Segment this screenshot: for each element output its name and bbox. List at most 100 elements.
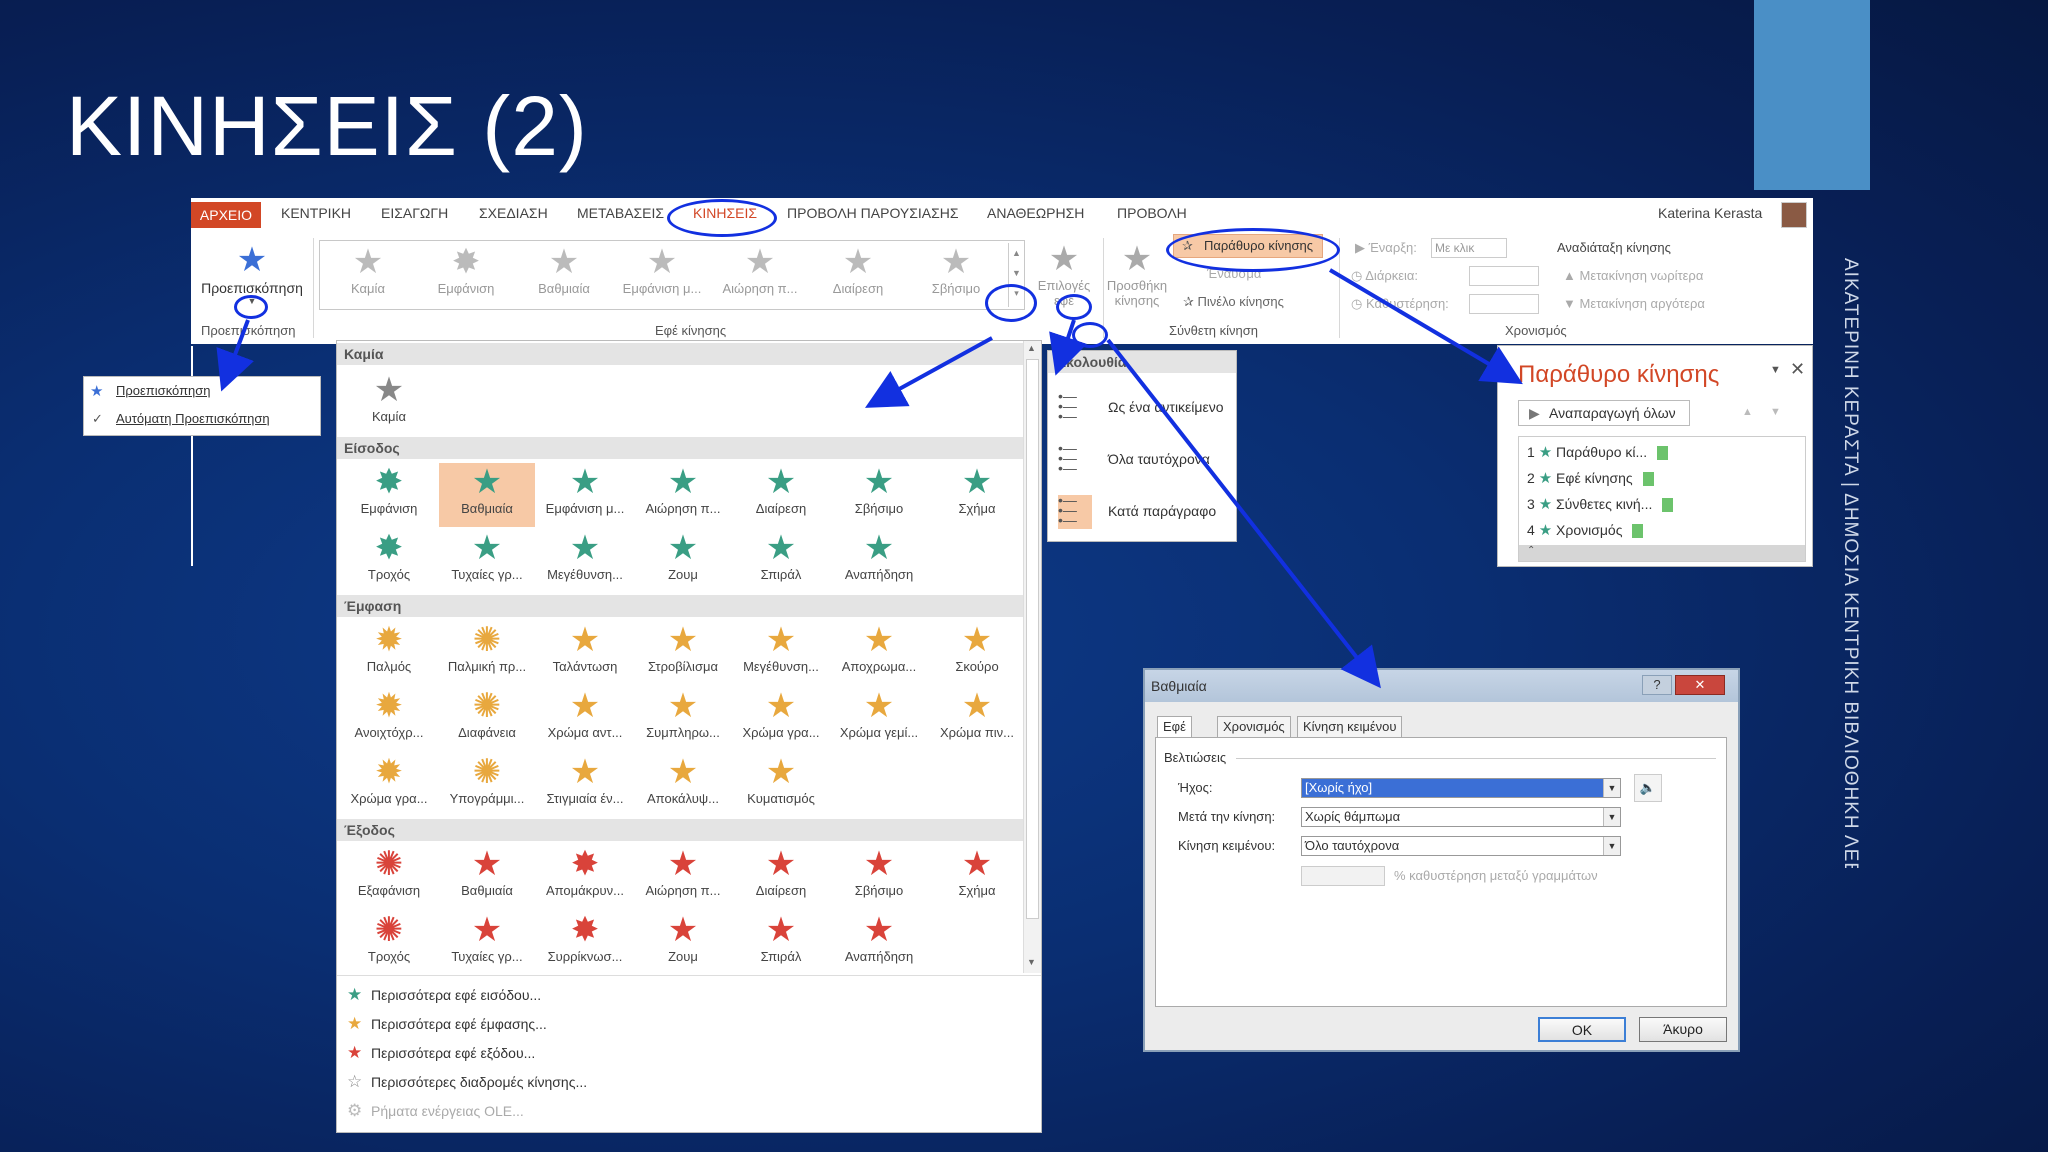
effect-item[interactable]: ★ Καμία xyxy=(341,371,437,435)
effect-item[interactable]: ★ Διαίρεση xyxy=(733,845,829,909)
effect-item[interactable]: ★ Σχήμα xyxy=(929,463,1025,527)
chevron-down-icon[interactable]: ▼ xyxy=(1603,779,1620,797)
menu-item-auto-preview[interactable]: Αυτόματη Προεπισκόπηση xyxy=(116,411,270,426)
gallery-item[interactable]: ★ Εμφάνιση μ... xyxy=(614,243,710,309)
animation-row[interactable]: 4 ★ Χρονισμός xyxy=(1527,521,1644,539)
effect-item[interactable]: ✺ Τροχός xyxy=(341,911,437,975)
gallery-item[interactable]: ★ Αιώρηση π... xyxy=(712,243,808,309)
effect-item[interactable]: ★ Ζουμ xyxy=(635,529,731,593)
effect-item[interactable]: ★ Αποκάλυψ... xyxy=(635,753,731,817)
animation-row[interactable]: 2 ★ Εφέ κίνησης xyxy=(1527,469,1654,487)
effect-item[interactable]: ★ Βαθμιαία xyxy=(439,845,535,909)
gallery-item[interactable]: ✸ Εμφάνιση xyxy=(418,243,514,309)
close-icon[interactable]: ✕ xyxy=(1790,359,1805,380)
tab-slideshow[interactable]: ΠΡΟΒΟΛΗ ΠΑΡΟΥΣΙΑΣΗΣ xyxy=(787,205,959,221)
collapse-icon[interactable]: ⌃ xyxy=(1519,545,1805,561)
effect-item[interactable]: ★ Αιώρηση π... xyxy=(635,463,731,527)
effect-item[interactable]: ★ Τυχαίες γρ... xyxy=(439,911,535,975)
tab-insert[interactable]: ΕΙΣΑΓΩΓΗ xyxy=(381,205,448,221)
effect-item[interactable]: ★ Στιγμιαία έν... xyxy=(537,753,633,817)
effect-item[interactable]: ★ Διαίρεση xyxy=(733,463,829,527)
tab-home[interactable]: ΚΕΝΤΡΙΚΗ xyxy=(281,205,351,221)
effect-item[interactable]: ★ Ταλάντωση xyxy=(537,621,633,685)
speaker-icon[interactable]: 🔈 xyxy=(1634,774,1662,802)
after-animation-select[interactable]: Χωρίς θάμπωμα ▼ xyxy=(1301,807,1621,827)
effect-item[interactable]: ★ Σπιράλ xyxy=(733,529,829,593)
add-animation-button[interactable]: ★ Προσθήκη κίνησης xyxy=(1097,240,1177,320)
avatar[interactable] xyxy=(1781,202,1807,228)
effect-item[interactable]: ★ Σβήσιμο xyxy=(831,463,927,527)
effect-item[interactable]: ★ Σκούρο xyxy=(929,621,1025,685)
effect-item[interactable]: ★ Συμπληρω... xyxy=(635,687,731,751)
play-all-button[interactable]: ▶ Αναπαραγωγή όλων xyxy=(1518,400,1690,426)
tab-effect[interactable]: Εφέ xyxy=(1157,716,1192,738)
tab-transitions[interactable]: ΜΕΤΑΒΑΣΕΙΣ xyxy=(577,205,664,221)
effect-item[interactable]: ★ Σπιράλ xyxy=(733,911,829,975)
effect-item[interactable]: ✺ Παλμική πρ... xyxy=(439,621,535,685)
tab-view[interactable]: ΠΡΟΒΟΛΗ xyxy=(1117,205,1187,221)
chevron-down-icon[interactable]: ▼ xyxy=(1603,837,1620,855)
move-later-button[interactable]: ▼ Μετακίνηση αργότερα xyxy=(1563,296,1705,311)
close-button[interactable]: ✕ xyxy=(1675,675,1725,695)
tab-text-animation[interactable]: Κίνηση κειμένου xyxy=(1297,716,1403,738)
effect-item[interactable]: ★ Στροβίλισμα xyxy=(635,621,731,685)
effect-item[interactable]: ✹ Χρώμα γρα... xyxy=(341,753,437,817)
animation-row[interactable]: 1 ★ Παράθυρο κί... xyxy=(1527,443,1669,461)
letter-delay-input[interactable] xyxy=(1301,866,1385,886)
user-name[interactable]: Katerina Kerasta xyxy=(1658,205,1762,221)
gallery-item[interactable]: ★ Βαθμιαία xyxy=(516,243,612,309)
help-button[interactable]: ? xyxy=(1642,675,1672,695)
effects-gallery[interactable]: ★ Καμία ✸ Εμφάνιση ★ Βαθμιαία ★ Εμφάνιση μ..… xyxy=(319,240,1025,310)
effect-item[interactable]: ★ Μεγέθυνση... xyxy=(733,621,829,685)
effect-item[interactable]: ★ Ζουμ xyxy=(635,911,731,975)
effect-item[interactable]: ★ Αποχρωμα... xyxy=(831,621,927,685)
effect-item[interactable]: ✺ Εξαφάνιση xyxy=(341,845,437,909)
scroll-down-icon[interactable]: ▼ xyxy=(1027,957,1036,967)
cancel-button[interactable]: Άκυρο xyxy=(1639,1017,1727,1042)
effect-item[interactable]: ★ Κυματισμός xyxy=(733,753,829,817)
effect-item[interactable]: ★ Χρώμα αντ... xyxy=(537,687,633,751)
chevron-down-icon[interactable]: ▼ xyxy=(1603,808,1620,826)
animation-row[interactable]: 3 ★ Σύνθετες κινή... xyxy=(1527,495,1674,513)
scroll-up-icon[interactable]: ▲ xyxy=(1027,343,1036,353)
effect-item[interactable]: ✸ Απομάκρυν... xyxy=(537,845,633,909)
more-emphasis-link[interactable]: ★ Περισσότερα εφέ έμφασης... xyxy=(347,1014,547,1034)
tab-file[interactable]: ΑΡΧΕΙΟ xyxy=(191,202,261,228)
tab-design[interactable]: ΣΧΕΔΙΑΣΗ xyxy=(479,205,548,221)
effect-item[interactable]: ★ Χρώμα πιν... xyxy=(929,687,1025,751)
effect-item[interactable]: ★ Μεγέθυνση... xyxy=(537,529,633,593)
effect-item[interactable]: ★ Χρώμα γρα... xyxy=(733,687,829,751)
effect-item[interactable]: ★ Χρώμα γεμί... xyxy=(831,687,927,751)
triangle-down-icon[interactable]: ▼ xyxy=(1770,406,1781,418)
animation-painter-button[interactable]: ✰ Πινέλο κίνησης xyxy=(1183,294,1284,310)
tab-review[interactable]: ΑΝΑΘΕΩΡΗΣΗ xyxy=(987,205,1084,221)
effect-item[interactable]: ★ Αναπήδηση xyxy=(831,911,927,975)
start-select[interactable]: Με κλικ xyxy=(1431,238,1507,258)
effect-item[interactable]: ✹ Ανοιχτόχρ... xyxy=(341,687,437,751)
ok-button[interactable]: OK xyxy=(1538,1017,1626,1042)
effect-item[interactable]: ✸ Συρρίκνωσ... xyxy=(537,911,633,975)
triangle-up-icon[interactable]: ▲ xyxy=(1742,406,1753,418)
effect-item[interactable]: ★ Τυχαίες γρ... xyxy=(439,529,535,593)
more-entrance-link[interactable]: ★ Περισσότερα εφέ εισόδου... xyxy=(347,985,541,1005)
effect-item[interactable]: ★ Αιώρηση π... xyxy=(635,845,731,909)
effect-item[interactable]: ★ Αναπήδηση xyxy=(831,529,927,593)
gallery-item[interactable]: ★ Διαίρεση xyxy=(810,243,906,309)
effect-item[interactable]: ✹ Παλμός xyxy=(341,621,437,685)
move-earlier-button[interactable]: ▲ Μετακίνηση νωρίτερα xyxy=(1563,268,1703,283)
effect-item[interactable]: ✺ Διαφάνεια xyxy=(439,687,535,751)
effect-item[interactable]: ★ Σβήσιμο xyxy=(831,845,927,909)
more-exit-link[interactable]: ★ Περισσότερα εφέ εξόδου... xyxy=(347,1043,535,1063)
menu-item-preview[interactable]: Προεπισκόπηση xyxy=(116,383,211,398)
effect-item[interactable]: ✺ Υπογράμμι... xyxy=(439,753,535,817)
gallery-item[interactable]: ★ Καμία xyxy=(320,243,416,309)
sequence-item-all-at-once[interactable]: Όλα ταυτόχρονα xyxy=(1108,451,1210,467)
effect-item[interactable]: ✸ Εμφάνιση xyxy=(341,463,437,527)
gallery-scrollbar[interactable]: ▲ ▼ xyxy=(1023,341,1041,973)
delay-input[interactable] xyxy=(1469,294,1539,314)
sequence-item-one-object[interactable]: Ως ένα αντικείμενο xyxy=(1108,399,1224,415)
effect-item[interactable]: ★ Σχήμα xyxy=(929,845,1025,909)
more-paths-link[interactable]: ☆ Περισσότερες διαδρομές κίνησης... xyxy=(347,1072,587,1092)
chevron-down-icon[interactable]: ▼ xyxy=(1770,364,1781,376)
effect-item[interactable]: ✸ Τροχός xyxy=(341,529,437,593)
